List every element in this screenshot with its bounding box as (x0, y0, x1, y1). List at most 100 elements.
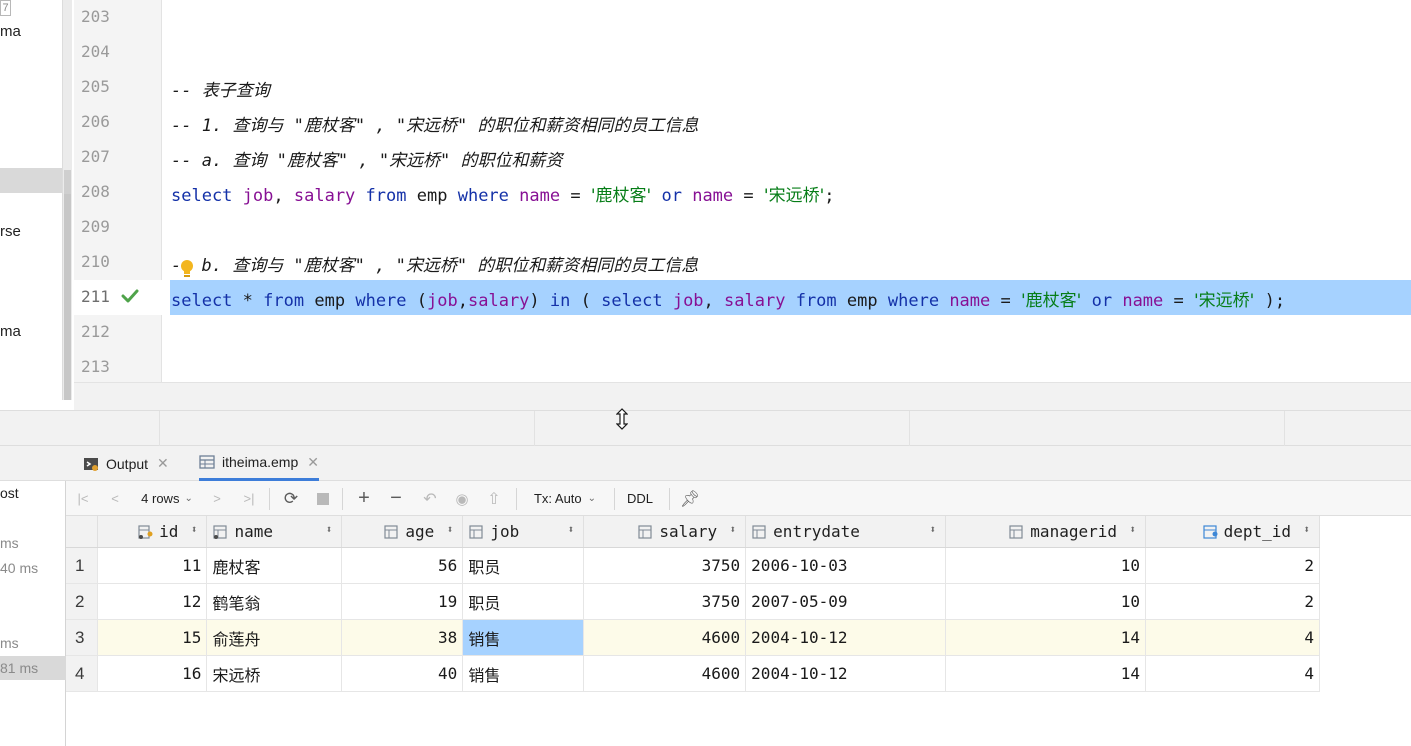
table-row[interactable]: 2 12 鹤笔翁 19 职员 3750 2007-05-09 10 2 (66, 583, 1320, 620)
add-row-icon[interactable]: + (353, 481, 375, 516)
table-row[interactable]: 4 16 宋远桥 40 销售 4600 2004-10-12 14 4 (66, 655, 1320, 692)
column-header-salary[interactable]: salary ⬍ (583, 516, 747, 548)
tree-item-fragment[interactable]: ma (0, 323, 21, 340)
row-number[interactable]: 4 (66, 655, 99, 692)
table-row[interactable]: 1 11 鹿杖客 56 职员 3750 2006-10-03 10 2 (66, 547, 1320, 584)
scroll-track[interactable] (64, 194, 71, 400)
service-item[interactable]: ost (0, 485, 19, 501)
cell-id[interactable]: 12 (97, 583, 208, 620)
editor-line[interactable]: 213 (74, 350, 1411, 385)
close-icon[interactable]: ✕ (157, 455, 169, 472)
rows-dropdown[interactable]: 4 rows ⌄ (136, 481, 198, 516)
cell-job[interactable]: 职员 (462, 583, 585, 620)
cell-entrydate[interactable]: 2007-05-09 (745, 583, 947, 620)
cell-entrydate[interactable]: 2004-10-12 (745, 619, 947, 656)
cell-managerid[interactable]: 10 (945, 583, 1146, 620)
editor-line[interactable]: 204 (74, 35, 1411, 70)
row-number[interactable]: 2 (66, 583, 99, 620)
sort-icon[interactable]: ⬍ (730, 523, 737, 536)
cell-entrydate[interactable]: 2006-10-03 (745, 547, 947, 584)
sort-icon[interactable]: ⬍ (1303, 523, 1310, 536)
row-number[interactable]: 3 (66, 619, 99, 656)
cell-salary[interactable]: 4600 (583, 619, 747, 656)
cell-entrydate[interactable]: 2004-10-12 (745, 655, 947, 692)
next-page-icon[interactable]: > (206, 481, 228, 516)
cell-job[interactable]: 销售 (462, 655, 585, 692)
tree-item-fragment[interactable]: ma (0, 23, 21, 40)
editor-line[interactable]: 203 (74, 0, 1411, 35)
refresh-icon[interactable]: ⟳ (279, 481, 303, 516)
lightbulb-icon[interactable] (179, 258, 195, 278)
first-page-icon[interactable]: |< (72, 481, 94, 516)
cell-salary[interactable]: 3750 (583, 547, 747, 584)
cell-name[interactable]: 鹿杖客 (206, 547, 343, 584)
result-grid[interactable]: id ⬍ name ⬍ age ⬍ job ⬍ salary ⬍ entryda… (66, 516, 1320, 692)
sort-icon[interactable]: ⬍ (191, 523, 198, 536)
cell-managerid[interactable]: 10 (945, 547, 1146, 584)
close-icon[interactable]: ✕ (307, 454, 319, 471)
cell-age[interactable]: 56 (341, 547, 464, 584)
service-duration: 40 ms (0, 560, 39, 576)
editor-line[interactable]: 209 (74, 210, 1411, 245)
table-row-selected[interactable]: 3 15 俞莲舟 38 销售 4600 2004-10-12 14 4 (66, 619, 1320, 656)
row-number[interactable]: 1 (66, 547, 99, 584)
sql-editor[interactable]: 203 204 205 -- 表子查询 206 -- 1. 查询与 "鹿杖客" … (74, 0, 1411, 382)
panel-splitter[interactable] (0, 410, 1411, 447)
editor-line[interactable]: 205 -- 表子查询 (74, 70, 1411, 105)
column-header-id[interactable]: id ⬍ (97, 516, 208, 548)
column-header-name[interactable]: name ⬍ (206, 516, 343, 548)
cell-name[interactable]: 俞莲舟 (206, 619, 343, 656)
column-header-job[interactable]: job ⬍ (462, 516, 585, 548)
editor-line[interactable]: 212 (74, 315, 1411, 350)
cell-job[interactable]: 职员 (462, 547, 585, 584)
cell-id[interactable]: 11 (97, 547, 208, 584)
cell-age[interactable]: 19 (341, 583, 464, 620)
cell-dept-id[interactable]: 2 (1145, 547, 1320, 584)
sort-icon[interactable]: ⬍ (447, 523, 454, 536)
ddl-button[interactable]: DDL (624, 481, 656, 516)
cell-id[interactable]: 15 (97, 619, 208, 656)
editor-line[interactable]: 208 select job, salary from emp where na… (74, 175, 1411, 210)
project-scrollbar[interactable] (62, 0, 72, 400)
cell-job-selected[interactable]: 销售 (462, 619, 585, 656)
cell-name[interactable]: 宋远桥 (206, 655, 343, 692)
tab-output[interactable]: Output ✕ (83, 446, 169, 481)
column-header-dept-id[interactable]: dept_id ⬍ (1145, 516, 1320, 548)
tab-itheima-emp[interactable]: itheima.emp ✕ (199, 446, 319, 481)
last-page-icon[interactable]: >| (236, 481, 262, 516)
editor-line[interactable]: 210 - b. 查询与 "鹿杖客" , "宋远桥" 的职位和薪资相同的员工信息 (74, 245, 1411, 280)
cell-dept-id[interactable]: 4 (1145, 655, 1320, 692)
preview-icon[interactable]: ◉ (451, 481, 473, 516)
cell-salary[interactable]: 4600 (583, 655, 747, 692)
editor-line[interactable]: 207 -- a. 查询 "鹿杖客" , "宋远桥" 的职位和薪资 (74, 140, 1411, 175)
cell-age[interactable]: 40 (341, 655, 464, 692)
tree-selected-row[interactable] (0, 168, 62, 193)
scroll-thumb[interactable] (64, 170, 71, 194)
column-header-entrydate[interactable]: entrydate ⬍ (745, 516, 947, 548)
prev-page-icon[interactable]: < (104, 481, 126, 516)
revert-icon[interactable]: ↶ (419, 481, 441, 516)
cell-dept-id[interactable]: 4 (1145, 619, 1320, 656)
cell-name[interactable]: 鹤笔翁 (206, 583, 343, 620)
tree-item-fragment[interactable]: rse (0, 223, 21, 240)
cell-id[interactable]: 16 (97, 655, 208, 692)
sort-icon[interactable]: ⬍ (1129, 523, 1136, 536)
editor-horizontal-scrollbar[interactable] (74, 382, 1411, 410)
sort-icon[interactable]: ⬍ (929, 523, 936, 536)
pin-icon[interactable]: 📌︎ (678, 481, 702, 516)
cell-managerid[interactable]: 14 (945, 619, 1146, 656)
submit-icon[interactable]: ⇧ (483, 481, 505, 516)
cell-managerid[interactable]: 14 (945, 655, 1146, 692)
editor-line[interactable]: 206 -- 1. 查询与 "鹿杖客" , "宋远桥" 的职位和薪资相同的员工信… (74, 105, 1411, 140)
stop-icon[interactable] (312, 481, 334, 516)
editor-line-current[interactable]: 211 select * from emp where (job,salary)… (74, 280, 1411, 315)
sort-icon[interactable]: ⬍ (326, 523, 333, 536)
cell-salary[interactable]: 3750 (583, 583, 747, 620)
sort-icon[interactable]: ⬍ (568, 523, 575, 536)
cell-dept-id[interactable]: 2 (1145, 583, 1320, 620)
column-header-managerid[interactable]: managerid ⬍ (945, 516, 1146, 548)
delete-row-icon[interactable]: − (385, 481, 407, 516)
cell-age[interactable]: 38 (341, 619, 464, 656)
tx-mode-dropdown[interactable]: Tx: Auto ⌄ (528, 481, 602, 516)
column-header-age[interactable]: age ⬍ (341, 516, 464, 548)
